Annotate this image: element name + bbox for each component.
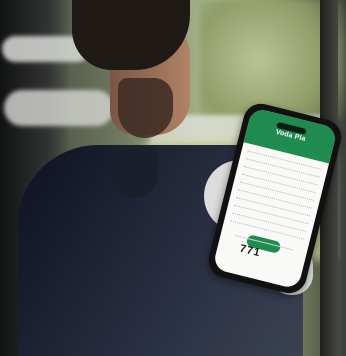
person-beard bbox=[118, 78, 173, 138]
person-collar bbox=[110, 146, 158, 198]
seat-highlight-lower bbox=[4, 90, 114, 126]
screen-rows bbox=[219, 142, 329, 260]
photo-scene: Voda Pla 771 bbox=[0, 0, 346, 356]
